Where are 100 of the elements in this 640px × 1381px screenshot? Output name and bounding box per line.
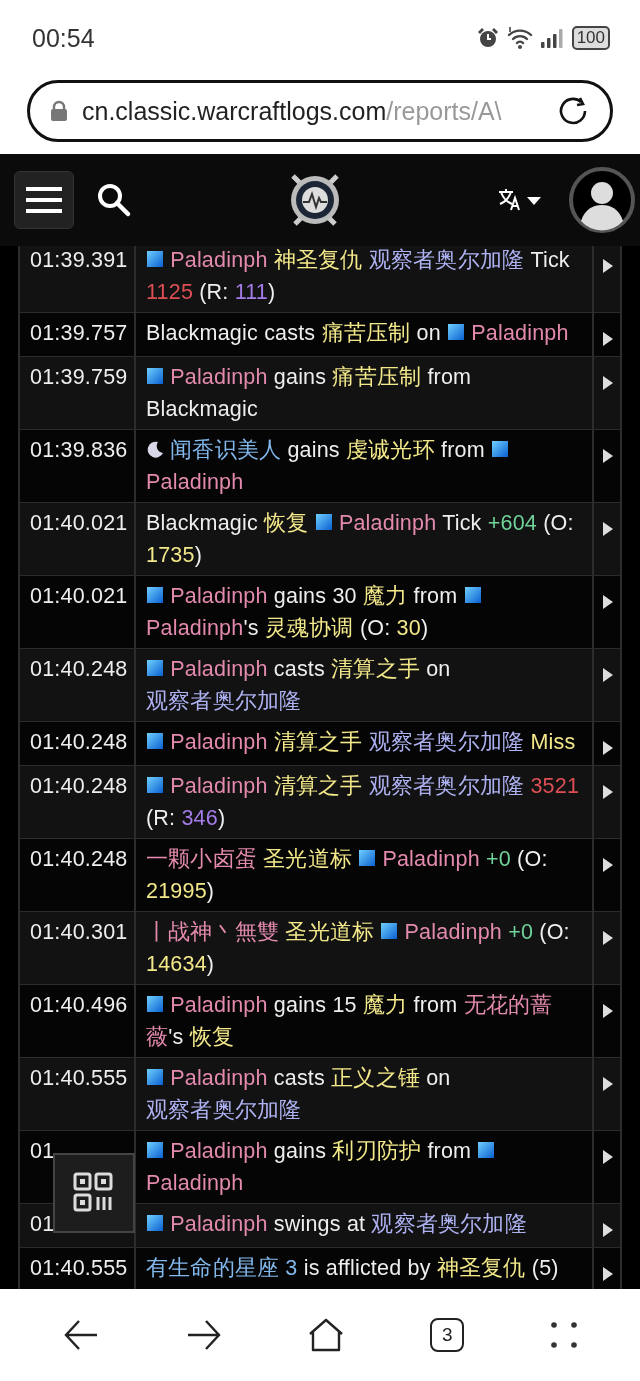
- player-name: Paladinph: [382, 847, 480, 871]
- enemy-name: 观察者奥尔加隆: [368, 248, 525, 272]
- log-text: ): [194, 543, 202, 567]
- user-avatar-icon[interactable]: [569, 167, 635, 233]
- spell-name: 清算之手: [331, 657, 420, 681]
- address-bar[interactable]: cn.classic.warcraftlogs.com/reports/A\: [27, 80, 613, 142]
- log-text: ): [206, 879, 215, 903]
- search-icon[interactable]: [96, 182, 132, 218]
- expand-arrow-icon[interactable]: [602, 1149, 614, 1165]
- expand-arrow-icon[interactable]: [602, 1003, 614, 1019]
- class-square-icon: [146, 1068, 164, 1086]
- heal-amount: +0: [508, 920, 534, 944]
- log-text: casts: [273, 657, 325, 681]
- class-square-icon: [146, 732, 164, 750]
- log-text: ): [206, 952, 215, 976]
- class-square-icon: [146, 1214, 164, 1232]
- menu-icon: [26, 185, 62, 215]
- spell-name: 清算之手: [273, 774, 363, 798]
- wifi-icon: [505, 26, 534, 50]
- player-name: 有生命的星座 3: [146, 1256, 298, 1280]
- expand-arrow-icon[interactable]: [602, 1266, 614, 1282]
- log-text: casts: [264, 321, 316, 345]
- expand-arrow-icon[interactable]: [602, 448, 614, 464]
- expand-arrow-icon[interactable]: [602, 740, 614, 756]
- player-name: Paladinph: [146, 470, 244, 494]
- expand-arrow-icon[interactable]: [602, 1076, 614, 1092]
- log-text: on: [426, 1066, 451, 1090]
- class-square-icon: [447, 323, 465, 341]
- enemy-name: 观察者奥尔加: [146, 1098, 280, 1122]
- log-text: 15: [332, 993, 357, 1017]
- log-text: Blackmagic: [146, 397, 258, 421]
- player-name: Paladinph: [170, 657, 268, 681]
- spell-name: 灵魂协调: [264, 616, 354, 640]
- spell-name: 魔力: [362, 584, 408, 608]
- expand-arrow-icon[interactable]: [602, 258, 614, 274]
- expand-arrow-icon[interactable]: [602, 784, 614, 800]
- spell-name: 清算之手: [273, 730, 363, 754]
- player-name: Paladinph: [170, 774, 268, 798]
- player-name: Paladinph: [170, 1066, 268, 1090]
- expand-arrow-icon[interactable]: [602, 375, 614, 391]
- heal-amount: +604: [487, 511, 537, 535]
- home-icon[interactable]: [307, 1318, 344, 1352]
- battery-level: 100: [571, 26, 610, 50]
- class-square-icon: [314, 513, 333, 531]
- spell-name: 正义之锤: [331, 1066, 420, 1090]
- player-name: Paladinph: [170, 248, 268, 272]
- more-icon[interactable]: [550, 1322, 577, 1348]
- log-text: (O:: [543, 511, 574, 535]
- class-square-icon: [380, 922, 399, 940]
- player-name: Paladinph: [170, 993, 268, 1017]
- menu-button[interactable]: [14, 171, 74, 229]
- log-text: Blackmagic: [146, 511, 258, 535]
- expand-arrow-icon[interactable]: [602, 857, 614, 873]
- log-text: (O:: [539, 920, 570, 944]
- log-text: Tick: [530, 248, 570, 272]
- class-square-icon: [463, 586, 482, 604]
- player-name: 闻香识美人: [170, 438, 282, 462]
- expand-arrow-icon[interactable]: [602, 667, 614, 683]
- log-text: (O:: [359, 616, 391, 640]
- class-square-icon: [477, 1141, 496, 1159]
- spell-name: 痛苦压制: [332, 365, 422, 389]
- expand-arrow-icon[interactable]: [602, 331, 614, 347]
- log-text: ): [267, 280, 276, 304]
- class-square-icon: [146, 995, 164, 1013]
- log-text: from: [427, 1139, 472, 1163]
- log-text: from: [427, 365, 472, 389]
- damage-amount: 3521: [530, 774, 580, 798]
- log-text: ): [217, 806, 226, 830]
- expand-arrow-icon[interactable]: [602, 930, 614, 946]
- log-text: from: [413, 993, 458, 1017]
- expand-arrow-icon[interactable]: [602, 521, 614, 537]
- player-name: Paladinph: [170, 365, 268, 389]
- log-text: afflicted: [325, 1256, 402, 1280]
- forward-icon[interactable]: [185, 1319, 222, 1351]
- tabs-button[interactable]: 3: [430, 1318, 465, 1352]
- qr-code-button[interactable]: [53, 1153, 135, 1233]
- resist-amount: 111: [234, 280, 268, 304]
- log-text: on: [426, 657, 451, 681]
- log-text: gains: [273, 365, 327, 389]
- player-name: Paladinph: [471, 321, 569, 345]
- back-icon[interactable]: [63, 1319, 100, 1351]
- log-text: swings: [273, 1212, 341, 1236]
- player-name: Paladinph: [170, 584, 268, 608]
- expand-arrow-icon[interactable]: [602, 594, 614, 610]
- value-text: 1735: [146, 543, 195, 567]
- log-text: from: [440, 438, 485, 462]
- class-square-icon: [146, 1141, 164, 1159]
- player-name: Paladinph: [146, 1171, 244, 1195]
- value-text: 30: [396, 616, 421, 640]
- resist-amount: 346: [181, 806, 218, 830]
- log-text: gains: [287, 438, 340, 462]
- spell-name: 魔力: [362, 993, 408, 1017]
- enemy-name: 观察者奥尔加隆: [368, 774, 525, 798]
- log-text: 30: [332, 584, 357, 608]
- log-text: (O:: [517, 847, 548, 871]
- enemy-name: 观察者奥尔加隆: [371, 1212, 527, 1236]
- player-name: 丨战神丶無雙: [146, 920, 280, 944]
- player-name: Paladinph: [146, 616, 244, 640]
- player-name: 无花的蔷: [463, 993, 553, 1017]
- expand-arrow-icon[interactable]: [602, 1222, 614, 1238]
